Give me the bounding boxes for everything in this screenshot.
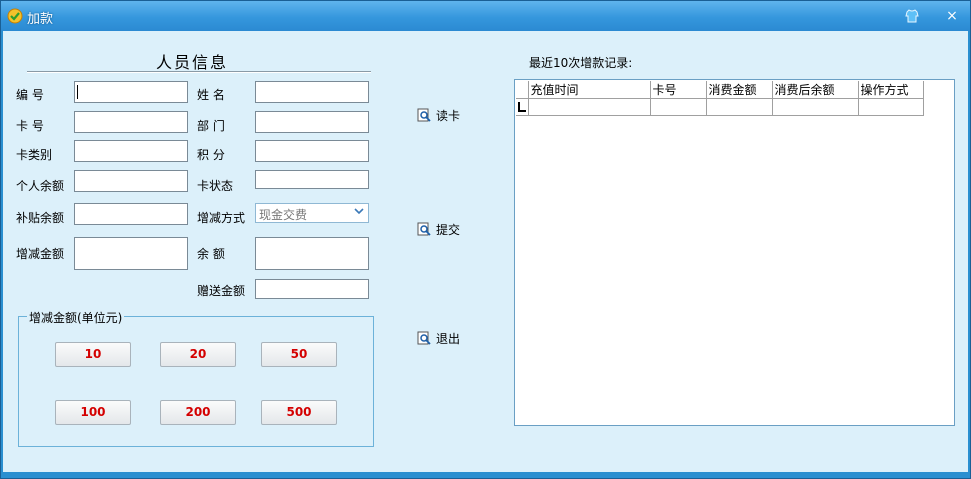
card-no-input[interactable] [75, 82, 187, 102]
app-icon [7, 8, 23, 24]
name-field[interactable] [255, 81, 369, 103]
dept-field[interactable] [255, 111, 369, 133]
title-divider [27, 71, 371, 73]
dept-input[interactable] [256, 112, 368, 132]
table-cell[interactable] [858, 98, 924, 116]
subsidy-balance-input[interactable] [75, 204, 187, 224]
label-gift-amount: 赠送金额 [197, 284, 246, 298]
gift-amount-field[interactable] [255, 279, 369, 299]
header-row: 充值时间 卡号 消费金额 消费后余额 操作方式 [516, 81, 924, 99]
label-subsidy-balance: 补贴余额 [16, 211, 65, 225]
points-field[interactable] [255, 140, 369, 162]
records-grid[interactable]: 充值时间 卡号 消费金额 消费后余额 操作方式 [514, 79, 955, 426]
read-card-label: 读卡 [436, 108, 461, 123]
balance-field[interactable] [255, 237, 369, 270]
read-card-button[interactable]: 读卡 [417, 106, 460, 124]
adjust-method-value: 现金交费 [259, 208, 308, 222]
subsidy-balance-field[interactable] [74, 203, 188, 225]
close-button[interactable]: × [942, 6, 962, 26]
card-no-field[interactable] [74, 81, 188, 103]
points-input[interactable] [256, 141, 368, 161]
amount-button-10[interactable]: 10 [55, 342, 131, 367]
label-points: 积 分 [197, 148, 225, 162]
amount-button-20[interactable]: 20 [160, 342, 236, 367]
row-header-corner [516, 81, 529, 99]
table-cell[interactable] [706, 98, 773, 116]
title-bar[interactable]: 加款 × [1, 1, 970, 31]
text-caret [77, 85, 78, 99]
personal-balance-input[interactable] [75, 171, 187, 191]
search-icon [417, 222, 431, 236]
column-header[interactable]: 充值时间 [528, 81, 651, 99]
search-icon [417, 108, 431, 122]
adjust-amount-field[interactable] [74, 237, 188, 270]
row-indicator [516, 98, 529, 116]
window-title: 加款 [27, 12, 54, 27]
table-cell[interactable] [772, 98, 859, 116]
gift-amount-input[interactable] [256, 280, 368, 298]
label-dept: 部 门 [197, 119, 225, 133]
records-table: 充值时间 卡号 消费金额 消费后余额 操作方式 [516, 81, 924, 116]
card-status-field[interactable] [255, 170, 369, 189]
card-field[interactable] [74, 111, 188, 133]
card-type-field[interactable] [74, 140, 188, 162]
shirt-icon[interactable] [902, 6, 922, 26]
submit-button[interactable]: 提交 [417, 220, 460, 238]
balance-input[interactable] [256, 238, 368, 269]
section-title: 人员信息 [156, 53, 229, 72]
column-header[interactable]: 操作方式 [858, 81, 924, 99]
exit-label: 退出 [436, 331, 461, 346]
label-card-status: 卡状态 [197, 179, 234, 193]
table-cell[interactable] [528, 98, 651, 116]
card-type-input[interactable] [75, 141, 187, 161]
exit-button[interactable]: 退出 [417, 329, 460, 347]
card-status-input[interactable] [256, 171, 368, 188]
submit-label: 提交 [436, 222, 461, 237]
card-input[interactable] [75, 112, 187, 132]
name-input[interactable] [256, 82, 368, 102]
amount-button-200[interactable]: 200 [160, 400, 236, 425]
amount-group: 增减金额(单位元) 10 20 50 100 200 500 [18, 309, 374, 447]
label-adjust-method: 增减方式 [197, 211, 246, 225]
table-cell[interactable] [650, 98, 707, 116]
client-area: 人员信息 编 号 姓 名 卡 号 部 门 卡类别 积 分 个人余额 卡状态 补贴… [3, 31, 968, 472]
label-personal-balance: 个人余额 [16, 179, 65, 193]
table-row[interactable] [516, 98, 924, 116]
chevron-down-icon[interactable] [353, 207, 365, 219]
column-header[interactable]: 消费后余额 [772, 81, 859, 99]
label-adjust-amount: 增减金额 [16, 247, 65, 261]
adjust-amount-input[interactable] [75, 238, 187, 269]
amount-button-100[interactable]: 100 [55, 400, 131, 425]
adjust-method-select[interactable]: 现金交费 [255, 203, 369, 223]
column-header[interactable]: 消费金额 [706, 81, 773, 99]
personal-balance-field[interactable] [74, 170, 188, 192]
column-header[interactable]: 卡号 [650, 81, 707, 99]
amount-button-50[interactable]: 50 [261, 342, 337, 367]
window: 加款 × 人员信息 编 号 姓 名 卡 号 部 门 卡类别 积 分 个人余额 卡… [0, 0, 971, 479]
label-card: 卡 号 [16, 119, 44, 133]
search-icon [417, 331, 431, 345]
amount-group-title: 增减金额(单位元) [27, 309, 125, 326]
amount-button-500[interactable]: 500 [261, 400, 337, 425]
label-name: 姓 名 [197, 88, 225, 102]
label-card-type: 卡类别 [16, 148, 53, 162]
label-balance: 余 额 [197, 247, 225, 261]
records-caption: 最近10次增款记录: [529, 56, 633, 70]
label-card-no: 编 号 [16, 88, 44, 102]
